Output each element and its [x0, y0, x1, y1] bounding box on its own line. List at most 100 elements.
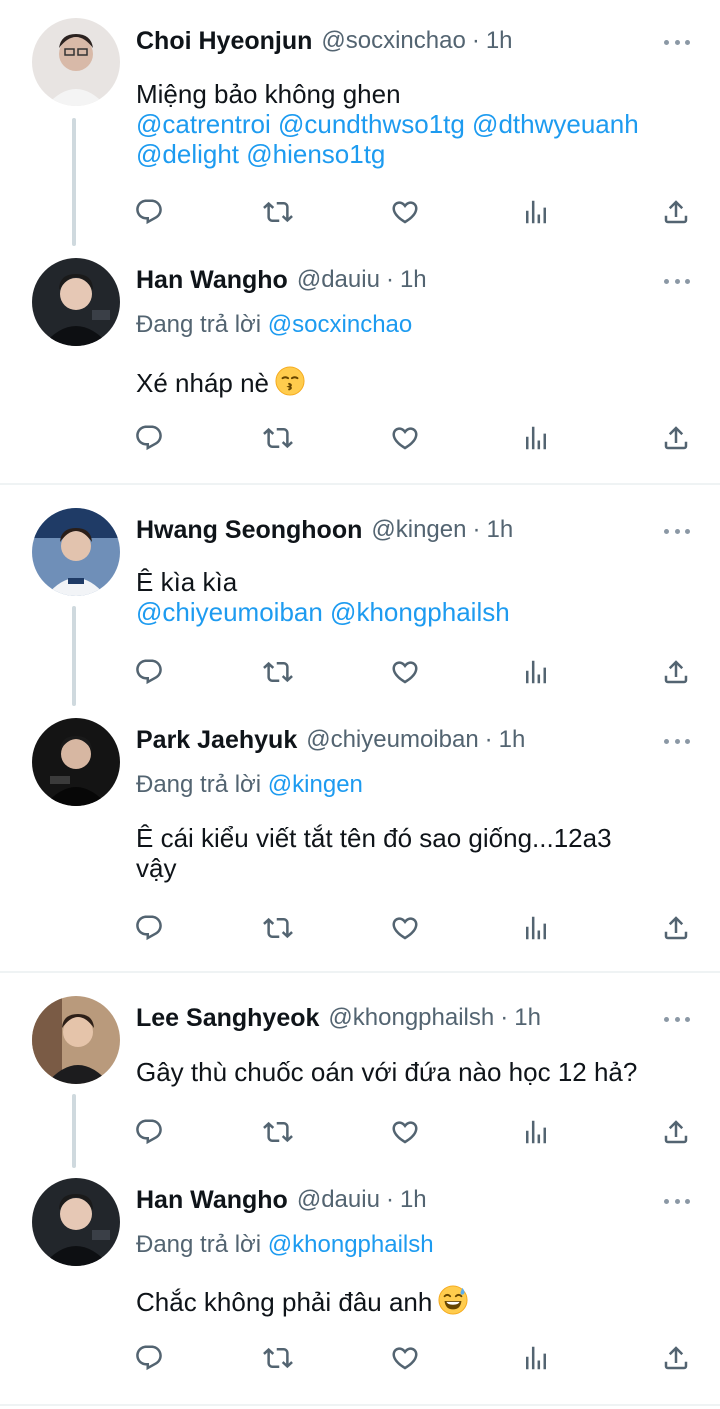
retweet-icon[interactable] — [260, 1340, 296, 1376]
reply-icon[interactable] — [131, 420, 167, 456]
like-icon[interactable] — [387, 194, 423, 230]
reply-icon[interactable] — [131, 910, 167, 946]
tweet-header: Lee Sanghyeok @khongphailsh · 1h — [136, 1001, 660, 1035]
avatar[interactable] — [32, 508, 120, 596]
more-options-icon[interactable] — [664, 521, 690, 541]
separator-dot: · — [500, 1004, 509, 1031]
avatar[interactable] — [32, 996, 120, 1084]
avatar[interactable] — [32, 1178, 120, 1266]
share-icon[interactable] — [658, 1340, 694, 1376]
tweet-text-line: Chắc không phải đâu anh — [136, 1287, 433, 1317]
timestamp[interactable]: 1h — [400, 266, 427, 294]
tweet-header: Park Jaehyuk @chiyeumoiban · 1h — [136, 723, 660, 757]
tweet-actions — [0, 420, 720, 456]
mention-links[interactable]: @delight @hienso1tg — [136, 139, 690, 169]
tweet-header: Han Wangho @dauiu · 1h — [136, 263, 660, 297]
separator-dot: · — [484, 726, 493, 753]
timestamp[interactable]: 1h — [486, 516, 513, 544]
tweet-text: Miệng bảo không ghen @catrentroi @cundth… — [136, 79, 690, 169]
replying-to-mention[interactable]: @socxinchao — [268, 311, 412, 338]
more-options-icon[interactable] — [664, 731, 690, 751]
display-name[interactable]: Hwang Seonghoon — [136, 516, 362, 545]
like-icon[interactable] — [387, 910, 423, 946]
tweet-actions — [0, 1114, 720, 1150]
tweet-text: Gây thù chuốc oán với đứa nào học 12 hả? — [136, 1057, 690, 1087]
user-handle[interactable]: @dauiu — [297, 1186, 380, 1214]
reply-icon[interactable] — [131, 1340, 167, 1376]
analytics-icon[interactable] — [518, 1340, 554, 1376]
tweet-actions — [0, 1340, 720, 1376]
like-icon[interactable] — [387, 1340, 423, 1376]
like-icon[interactable] — [387, 1114, 423, 1150]
grinning-sweat-emoji — [438, 1285, 468, 1315]
tweet-text-line: Ê cái kiểu viết tắt tên đó sao giống...1… — [136, 823, 612, 853]
more-options-icon[interactable] — [664, 271, 690, 291]
timestamp[interactable]: 1h — [514, 1004, 541, 1032]
retweet-icon[interactable] — [260, 420, 296, 456]
share-icon[interactable] — [658, 194, 694, 230]
separator-dot: · — [472, 516, 481, 543]
analytics-icon[interactable] — [518, 654, 554, 690]
retweet-icon[interactable] — [260, 654, 296, 690]
retweet-icon[interactable] — [260, 910, 296, 946]
tweet-actions — [0, 910, 720, 946]
display-name[interactable]: Han Wangho — [136, 1186, 288, 1215]
timestamp[interactable]: 1h — [486, 27, 513, 55]
tweet-text-line: Gây thù chuốc oán với đứa nào học 12 hả? — [136, 1057, 638, 1087]
more-options-icon[interactable] — [664, 1009, 690, 1029]
thread-divider — [0, 1404, 720, 1406]
tweet-actions — [0, 194, 720, 230]
display-name[interactable]: Lee Sanghyeok — [136, 1004, 319, 1033]
user-handle[interactable]: @kingen — [371, 516, 466, 544]
tweet-text: Ê cái kiểu viết tắt tên đó sao giống...1… — [136, 823, 690, 883]
user-handle[interactable]: @chiyeumoiban — [306, 726, 478, 754]
separator-dot: · — [471, 27, 480, 54]
display-name[interactable]: Choi Hyeonjun — [136, 27, 312, 56]
analytics-icon[interactable] — [518, 420, 554, 456]
more-options-icon[interactable] — [664, 32, 690, 52]
avatar[interactable] — [32, 718, 120, 806]
thread-divider — [0, 483, 720, 485]
tweet-header: Hwang Seonghoon @kingen · 1h — [136, 513, 660, 547]
tweet-actions — [0, 654, 720, 690]
tweet-header: Choi Hyeonjun @socxinchao · 1h — [136, 24, 660, 58]
user-handle[interactable]: @dauiu — [297, 266, 380, 294]
avatar[interactable] — [32, 258, 120, 346]
analytics-icon[interactable] — [518, 194, 554, 230]
share-icon[interactable] — [658, 910, 694, 946]
reply-icon[interactable] — [131, 194, 167, 230]
thread-divider — [0, 971, 720, 973]
more-options-icon[interactable] — [664, 1191, 690, 1211]
share-icon[interactable] — [658, 654, 694, 690]
tweet-header: Han Wangho @dauiu · 1h — [136, 1183, 660, 1217]
retweet-icon[interactable] — [260, 194, 296, 230]
mention-links[interactable]: @chiyeumoiban @khongphailsh — [136, 597, 690, 627]
separator-dot: · — [385, 1186, 394, 1213]
mention-links[interactable]: @catrentroi @cundthwso1tg @dthwyeuanh — [136, 109, 690, 139]
like-icon[interactable] — [387, 420, 423, 456]
user-handle[interactable]: @socxinchao — [321, 27, 465, 55]
display-name[interactable]: Han Wangho — [136, 266, 288, 295]
retweet-icon[interactable] — [260, 1114, 296, 1150]
timestamp[interactable]: 1h — [499, 726, 526, 754]
analytics-icon[interactable] — [518, 910, 554, 946]
replying-prefix: Đang trả lời — [136, 1231, 268, 1258]
tweet-text-line: vậy — [136, 853, 177, 883]
user-handle[interactable]: @khongphailsh — [328, 1004, 494, 1032]
tweet-text-line: Miệng bảo không ghen — [136, 79, 401, 109]
replying-to-mention[interactable]: @khongphailsh — [268, 1231, 434, 1258]
display-name[interactable]: Park Jaehyuk — [136, 726, 297, 755]
analytics-icon[interactable] — [518, 1114, 554, 1150]
timestamp[interactable]: 1h — [400, 1186, 427, 1214]
replying-to: Đang trả lời @socxinchao — [136, 311, 412, 339]
replying-to-mention[interactable]: @kingen — [268, 771, 363, 798]
avatar[interactable] — [32, 18, 120, 106]
share-icon[interactable] — [658, 420, 694, 456]
like-icon[interactable] — [387, 654, 423, 690]
share-icon[interactable] — [658, 1114, 694, 1150]
reply-icon[interactable] — [131, 654, 167, 690]
separator-dot: · — [385, 266, 394, 293]
reply-icon[interactable] — [131, 1114, 167, 1150]
tweet-text-line: Ê kìa kìa — [136, 567, 238, 597]
replying-to: Đang trả lời @khongphailsh — [136, 1231, 434, 1259]
